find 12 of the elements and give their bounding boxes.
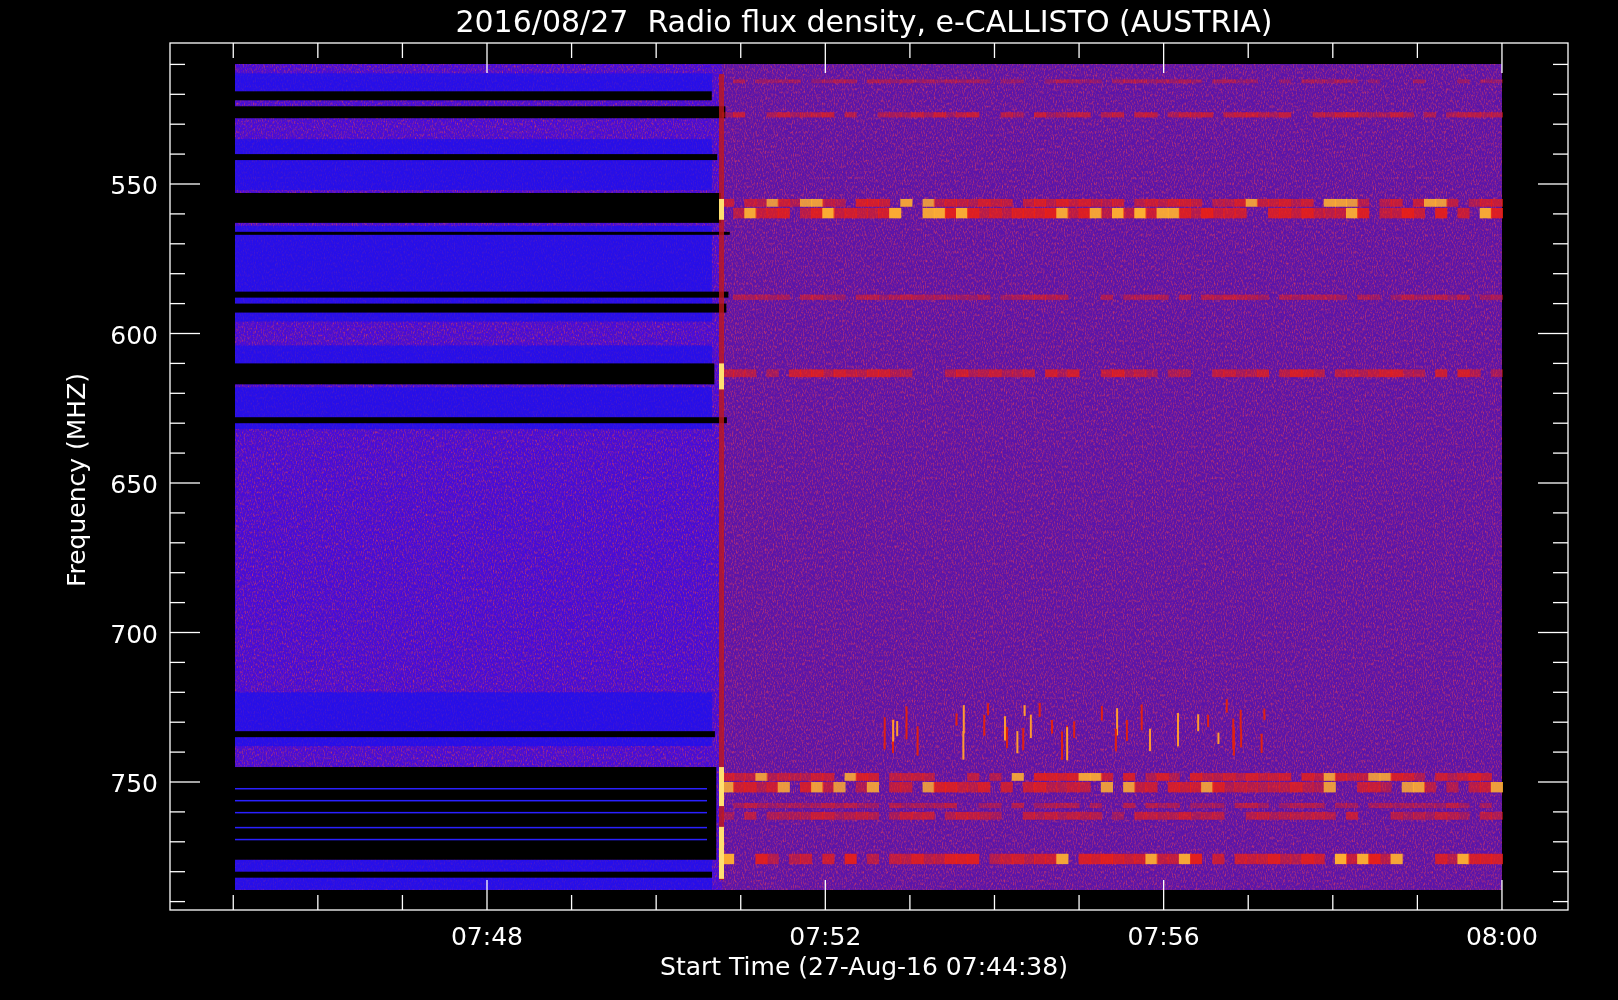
x-axis-label: Start Time (27-Aug-16 07:44:38)	[660, 952, 1068, 981]
x-tick-label: 07:48	[451, 922, 523, 951]
y-tick-label: 750	[110, 769, 158, 798]
y-tick-label: 650	[110, 470, 158, 499]
y-tick-label: 600	[110, 320, 158, 350]
x-tick-label: 07:56	[1127, 922, 1200, 951]
y-tick-label: 700	[110, 619, 158, 649]
chart-title: 2016/08/27 Radio flux density, e-CALLISTO (AUSTRIA)	[455, 4, 1273, 39]
y-tick-label: 550	[110, 171, 158, 200]
x-tick-label: 07:52	[789, 922, 862, 951]
y-axis-label: Frequency (MHZ)	[62, 372, 91, 588]
x-tick-label: 08:00	[1465, 922, 1538, 951]
